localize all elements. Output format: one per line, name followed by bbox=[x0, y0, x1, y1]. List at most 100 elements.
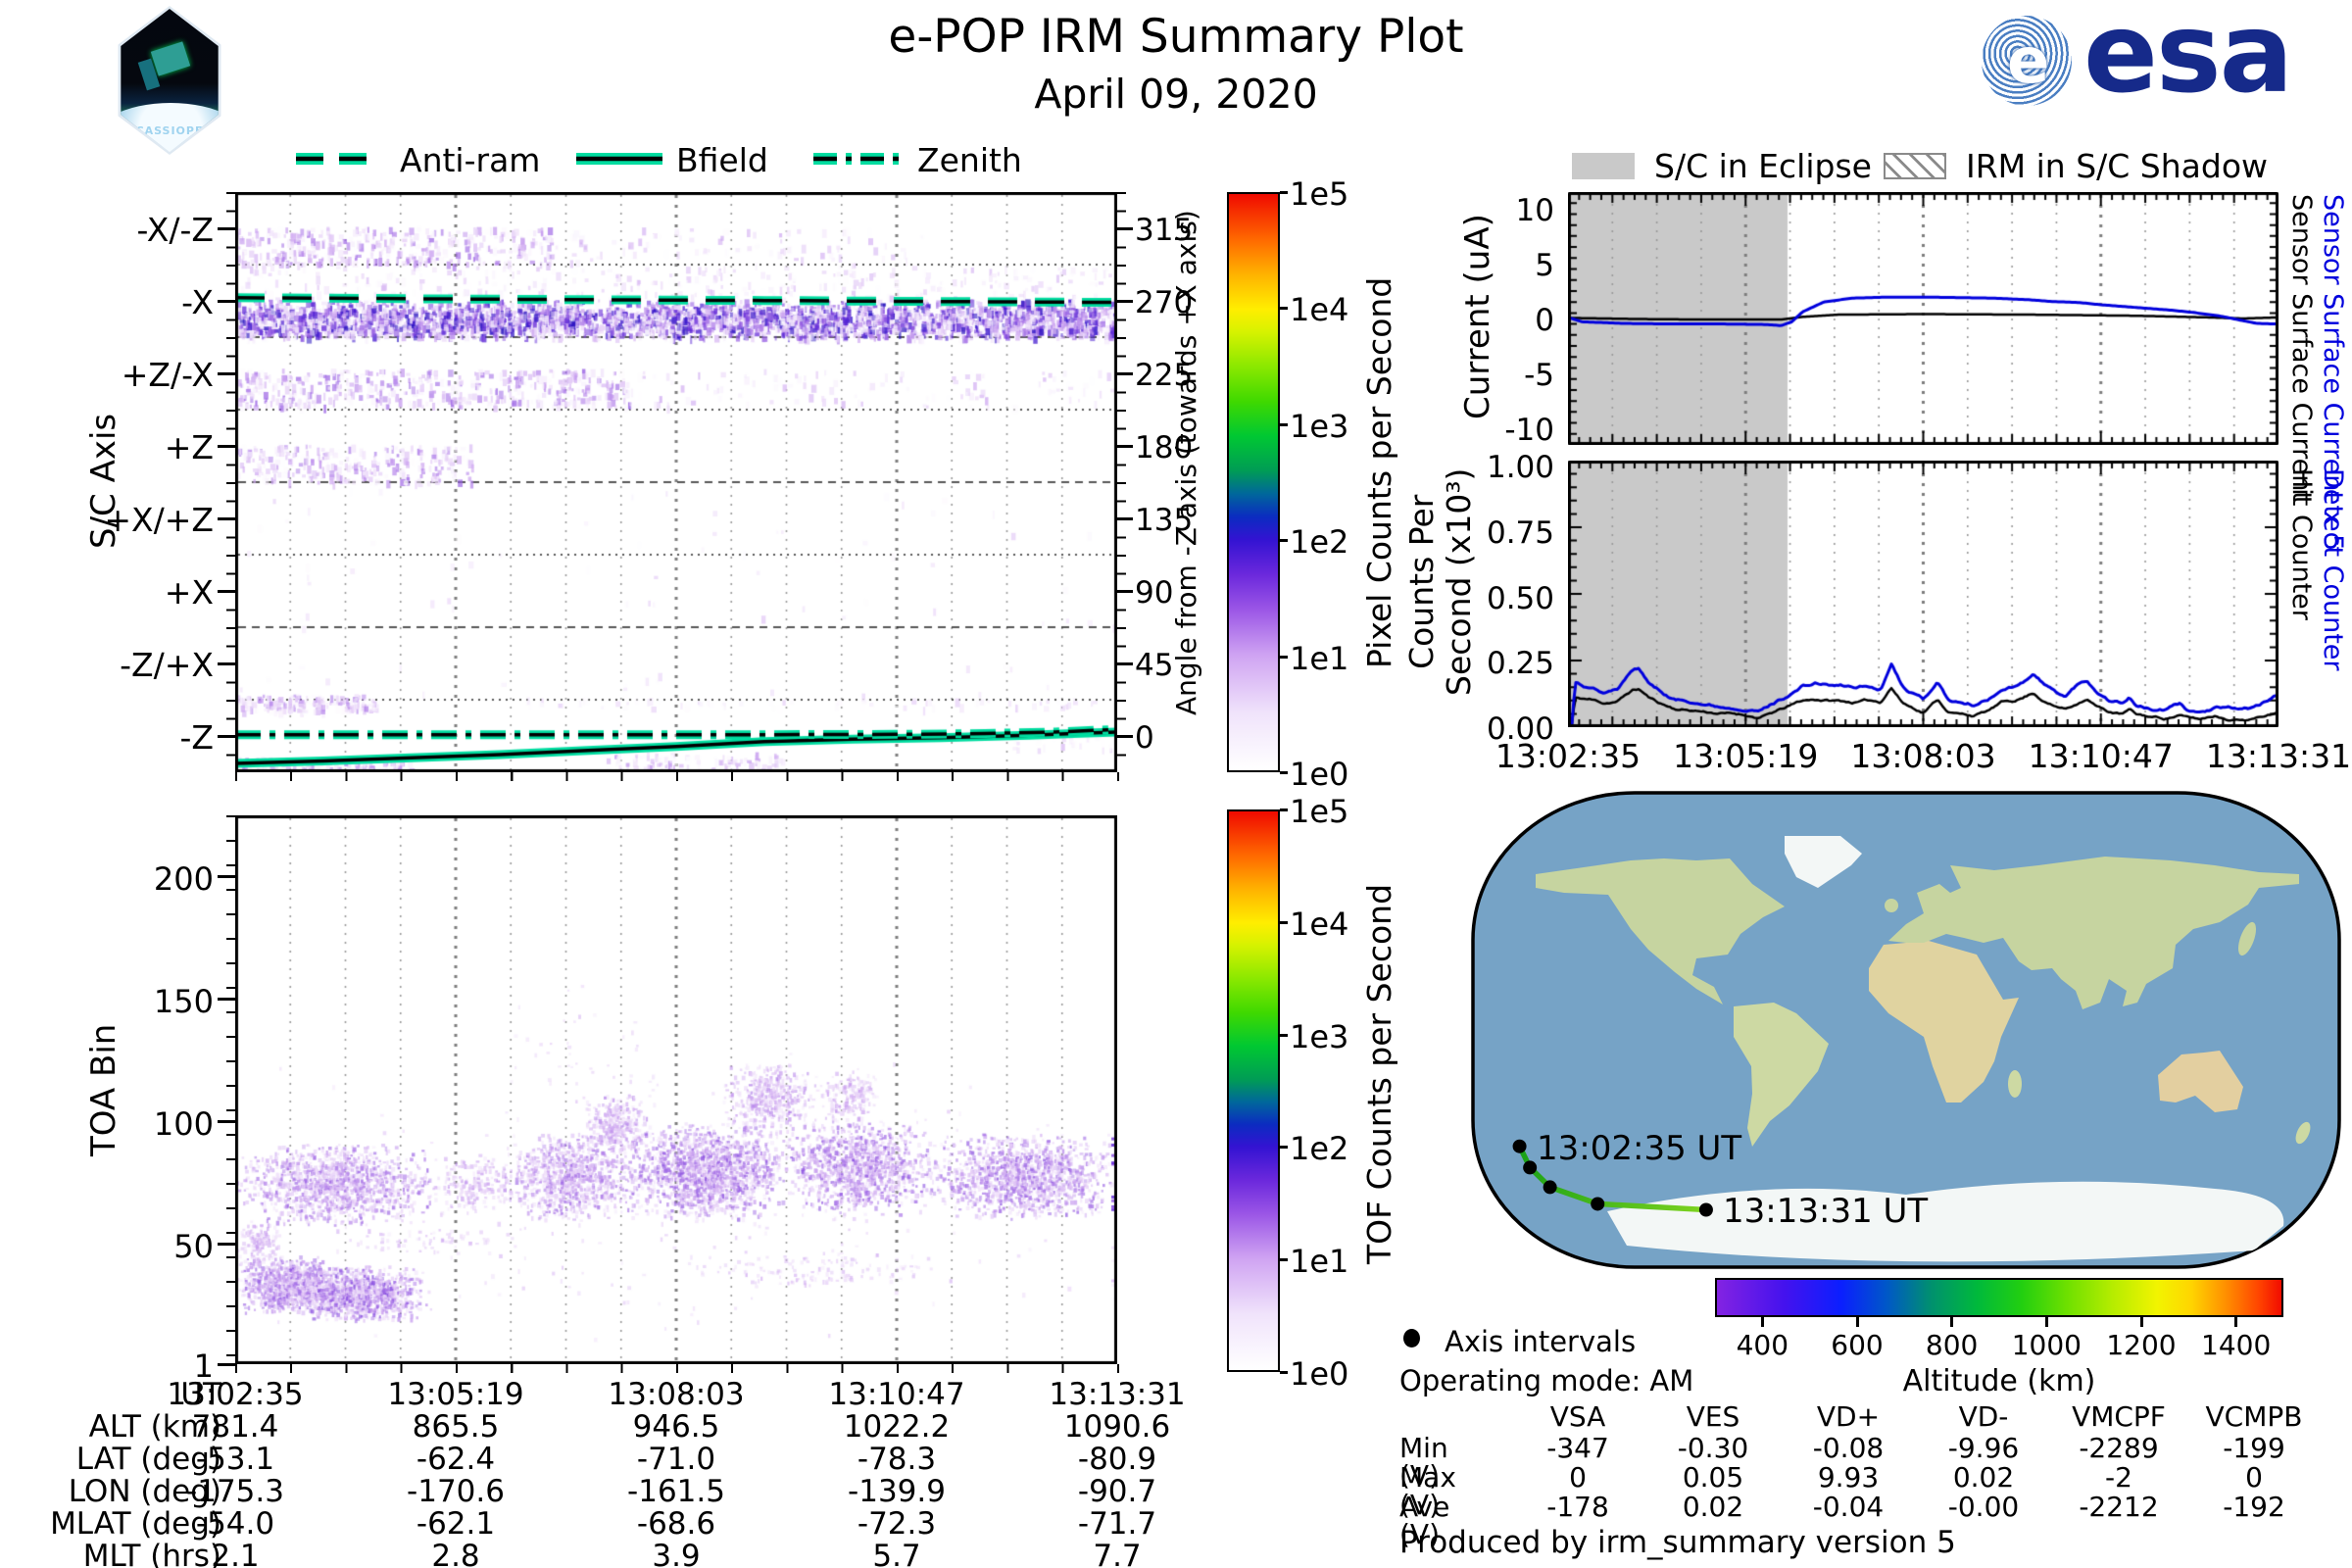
produced-by-label: Produced by irm_summary version 5 bbox=[1399, 1525, 1956, 1560]
toa-tick-label: 100 bbox=[153, 1104, 214, 1143]
ephemeris-value: -53.1 bbox=[195, 1442, 275, 1477]
current-ytick-label: -5 bbox=[1524, 358, 1554, 393]
track-end-time-label: 13:13:31 UT bbox=[1723, 1192, 1929, 1231]
current-ytick-label: 5 bbox=[1535, 248, 1554, 283]
ephemeris-value: -62.4 bbox=[416, 1442, 496, 1477]
voltage-value: -0.04 bbox=[1812, 1491, 1885, 1523]
toa-bottom-minor-ticks bbox=[235, 1364, 1119, 1373]
eclipse-swatch-icon bbox=[1572, 153, 1635, 179]
sc-right-minor-ticks bbox=[1117, 192, 1126, 772]
altitude-tick bbox=[1855, 1317, 1859, 1327]
ephemeris-value: -72.3 bbox=[857, 1506, 937, 1542]
ephemeris-value: -139.9 bbox=[848, 1474, 946, 1509]
voltage-value: -9.96 bbox=[1947, 1432, 2020, 1464]
toa-left-minor-ticks bbox=[226, 815, 235, 1364]
angle-major-tick bbox=[1117, 589, 1133, 593]
angle-major-tick bbox=[1117, 516, 1133, 520]
current-right-label-black: Sensor Surface Current bbox=[2286, 194, 2317, 502]
orientation-legend: Anti-ram Bfield Zenith bbox=[284, 141, 1029, 180]
page-title: e-POP IRM Summary Plot bbox=[888, 10, 1464, 64]
ephemeris-value: 13:02:35 bbox=[167, 1377, 304, 1412]
ephemeris-value: 13:13:31 bbox=[1049, 1377, 1186, 1412]
voltage-value: 0.02 bbox=[1952, 1461, 2015, 1494]
bfield-line-icon bbox=[576, 153, 662, 165]
ephemeris-value: 13:05:19 bbox=[387, 1377, 524, 1412]
patch-satellite-icon bbox=[150, 41, 191, 76]
eclipse-legend: S/C in Eclipse IRM in S/C Shadow bbox=[1568, 147, 2342, 186]
ephemeris-value: -78.3 bbox=[857, 1442, 937, 1477]
sc-sector-label: -Z/+X bbox=[120, 646, 214, 684]
ephemeris-value: -170.6 bbox=[407, 1474, 505, 1509]
page-date: April 09, 2020 bbox=[1034, 71, 1318, 118]
operating-mode-label: Operating mode: AM bbox=[1399, 1364, 1694, 1397]
pixel-cb-tick bbox=[1280, 191, 1288, 194]
ephemeris-value: -175.3 bbox=[186, 1474, 284, 1509]
angle-tick-label: 90 bbox=[1135, 575, 1174, 611]
voltage-value: 0 bbox=[2245, 1461, 2263, 1494]
tof-cb-tick-label: 1e0 bbox=[1290, 1355, 1349, 1393]
ephemeris-value: 946.5 bbox=[632, 1409, 720, 1445]
island-madagascar bbox=[2008, 1070, 2022, 1098]
altitude-tick bbox=[2044, 1317, 2048, 1327]
ephemeris-value: -161.5 bbox=[627, 1474, 725, 1509]
sc-sector-label: +Z bbox=[164, 428, 214, 466]
sc-sector-label: +Z/-X bbox=[121, 356, 214, 394]
sc-bottom-minor-ticks bbox=[235, 772, 1119, 781]
tof-cb-tick bbox=[1280, 1033, 1288, 1037]
eclipse-legend-label: S/C in Eclipse bbox=[1654, 147, 1872, 185]
pixel-cb-tick-label: 1e0 bbox=[1290, 756, 1349, 793]
epop-irm-summary-plot: CASSIOPE e-POP IRM Summary Plot April 09… bbox=[0, 0, 2352, 1568]
current-plot bbox=[1568, 192, 2278, 445]
esa-globe-e: e bbox=[2007, 25, 2050, 98]
track-interval-dot bbox=[1523, 1160, 1538, 1175]
pixel-cb-tick bbox=[1280, 539, 1288, 543]
ephemeris-value: 865.5 bbox=[412, 1409, 500, 1445]
angle-major-tick bbox=[1117, 444, 1133, 448]
counts-ytick-label: 1.00 bbox=[1486, 450, 1554, 485]
tof-cb-tick bbox=[1280, 1146, 1288, 1150]
sc-sector-label: -Z bbox=[179, 718, 214, 757]
zenith-line-icon bbox=[813, 153, 900, 165]
ephemeris-value: 13:08:03 bbox=[608, 1377, 745, 1412]
sc-sector-label: +X bbox=[164, 573, 214, 612]
current-ytick-label: 10 bbox=[1515, 193, 1554, 228]
angle-tick-label: 0 bbox=[1135, 720, 1154, 756]
tof-colorbar-label: TOF Counts per Second bbox=[1360, 883, 1398, 1264]
voltage-value: -178 bbox=[1546, 1491, 1609, 1523]
ephemeris-value: 2.1 bbox=[211, 1539, 260, 1568]
voltage-value: -2289 bbox=[2079, 1432, 2159, 1464]
tof-cb-tick bbox=[1280, 920, 1288, 924]
tof-counts-colorbar bbox=[1227, 809, 1280, 1372]
legend-bfield-label: Bfield bbox=[676, 141, 768, 179]
voltage-column-header: VES bbox=[1686, 1400, 1740, 1433]
counts-right-label-blue: Detect Counter bbox=[2318, 468, 2348, 671]
irm-shadow-swatch-icon bbox=[1884, 153, 1946, 179]
patch-artwork: CASSIOPE bbox=[121, 9, 219, 152]
voltage-value: -0.08 bbox=[1812, 1432, 1885, 1464]
axis-intervals-label: Axis intervals bbox=[1445, 1325, 1637, 1358]
counts-ylabel-line1: Counts Per bbox=[1402, 494, 1441, 669]
voltage-value: 0.02 bbox=[1682, 1491, 1744, 1523]
ephemeris-value: 5.7 bbox=[872, 1539, 921, 1568]
voltage-column-header: VCMPB bbox=[2205, 1400, 2303, 1433]
voltage-column-header: VSA bbox=[1549, 1400, 1606, 1433]
axis-intervals-dot-icon bbox=[1403, 1329, 1420, 1348]
tof-cb-tick bbox=[1280, 808, 1288, 811]
current-ytick-label: -10 bbox=[1504, 413, 1554, 448]
tof-cb-tick-label: 1e3 bbox=[1290, 1017, 1349, 1055]
right-time-label: 13:13:31 bbox=[2205, 737, 2352, 775]
esa-wordmark: esa bbox=[2083, 0, 2293, 118]
legend-anti-ram-label: Anti-ram bbox=[400, 141, 541, 179]
pixel-cb-tick-label: 1e1 bbox=[1290, 639, 1349, 677]
angle-major-tick bbox=[1117, 299, 1133, 303]
voltage-column-header: VMCPF bbox=[2072, 1400, 2166, 1433]
ephemeris-value: -80.9 bbox=[1077, 1442, 1157, 1477]
angle-major-tick bbox=[1117, 734, 1133, 738]
pixel-cb-tick-label: 1e3 bbox=[1290, 407, 1349, 445]
counts-ytick-label: 0.50 bbox=[1486, 581, 1554, 616]
tof-cb-tick-label: 1e2 bbox=[1290, 1130, 1349, 1168]
sc-sector-label: -X bbox=[181, 283, 214, 321]
pixel-colorbar-label: Pixel Counts per Second bbox=[1360, 276, 1398, 668]
voltage-value: 9.93 bbox=[1817, 1461, 1880, 1494]
angle-axis-label: Angle from -Z axis (towards +X axis) bbox=[1170, 210, 1202, 715]
